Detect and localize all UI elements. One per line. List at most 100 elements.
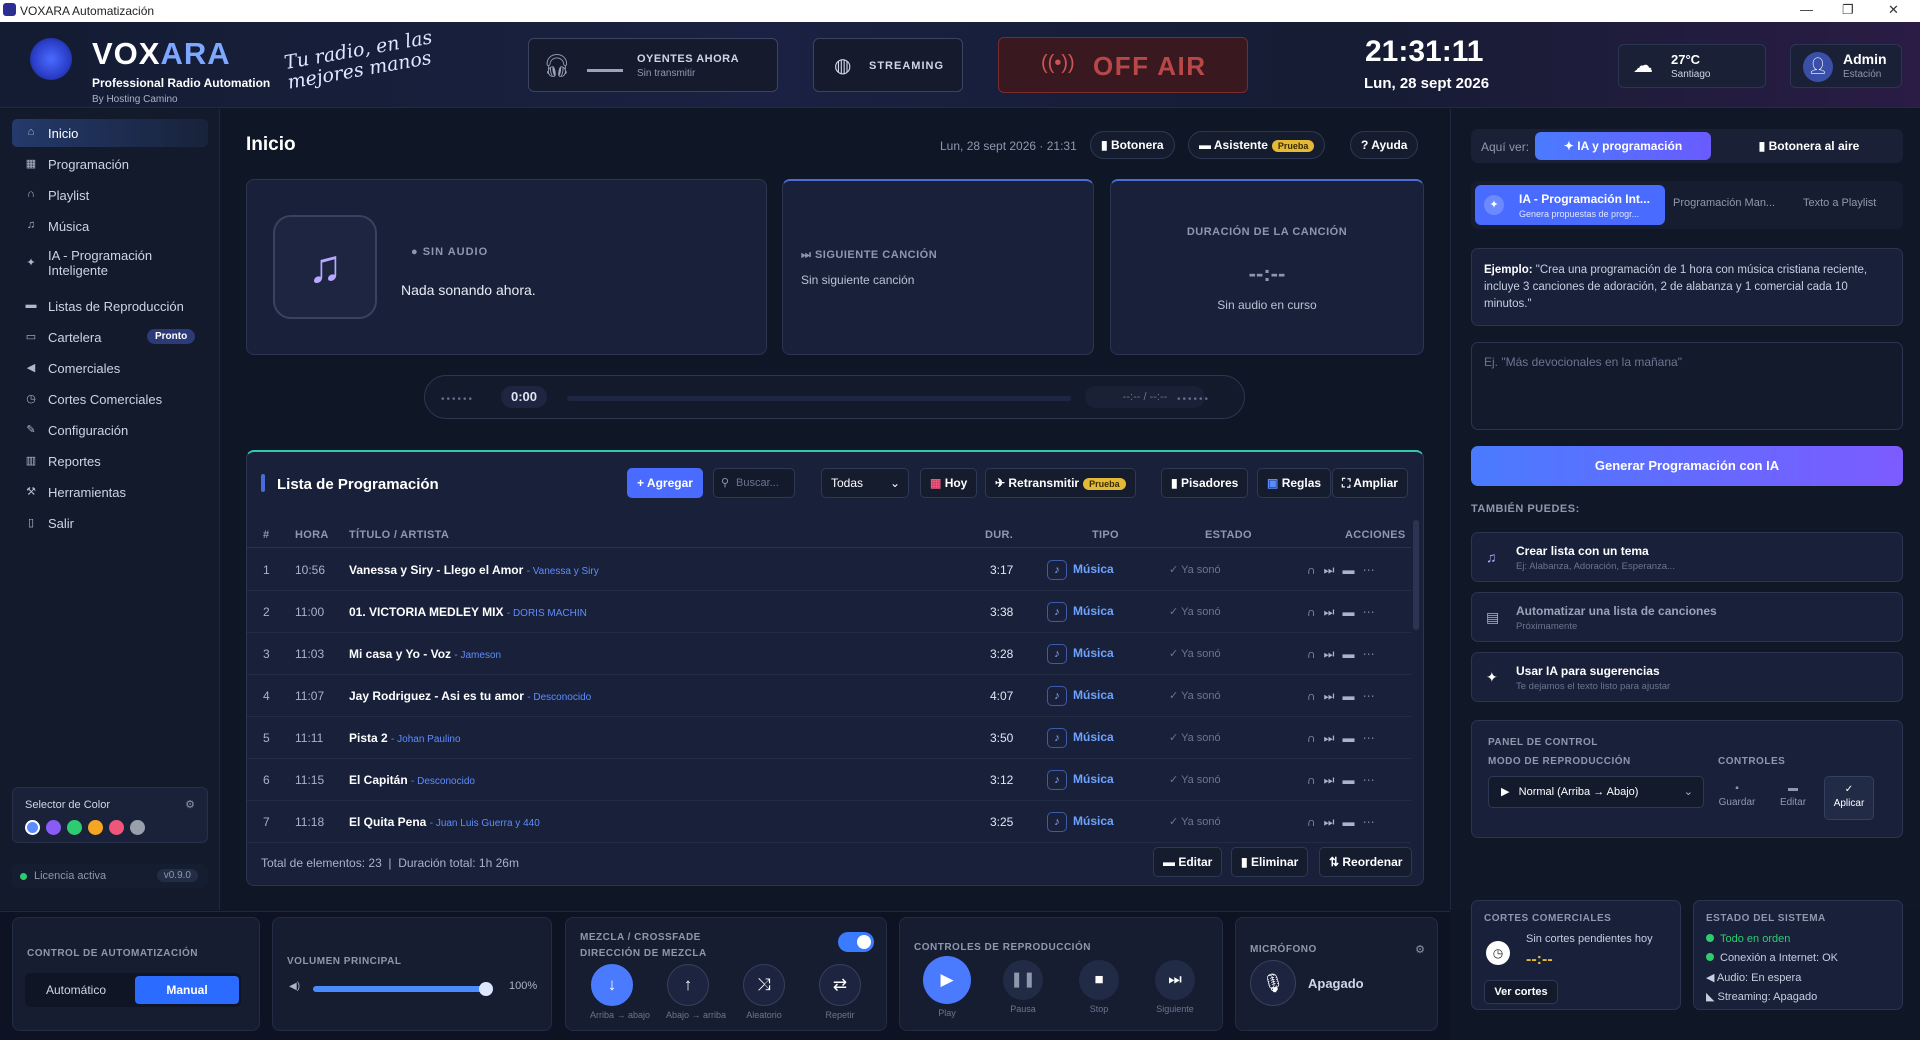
tab-ia-programacion-inteligente[interactable]: ✦ IA - Programación Int... Genera propuest…: [1475, 185, 1665, 225]
minimize-icon[interactable]: —: [1800, 2, 1813, 17]
generate-button[interactable]: Generar Programación con IA: [1471, 446, 1903, 486]
color-swatch[interactable]: [67, 820, 82, 835]
reglas-button[interactable]: ▣ Reglas: [1257, 468, 1332, 498]
table-row[interactable]: 1 10:56 Vanessa y Siry - Llego el Amor - V…: [247, 549, 1411, 591]
option-theme-list[interactable]: ♫ Crear lista con un tema Ej: Alabanza, Ad…: [1471, 532, 1903, 582]
position-time: 0:00: [501, 386, 547, 408]
row-actions[interactable]: ∩⏭▬⋯: [1307, 605, 1382, 620]
today-button[interactable]: ▦ Hoy: [920, 468, 978, 498]
gear-icon[interactable]: ⚙: [185, 798, 195, 811]
sidebar-item-playlist[interactable]: ∩ Playlist: [12, 181, 208, 209]
retransmit-button[interactable]: ✈ Retransmitir Prueba: [985, 468, 1136, 498]
sidebar-item-listas[interactable]: ▬ Listas de Reproducción: [12, 292, 208, 320]
tab-programacion-manual[interactable]: Programación Man...: [1673, 197, 1775, 209]
offair-indicator[interactable]: ((•)) OFF AIR: [998, 37, 1248, 93]
volume-slider[interactable]: [313, 982, 493, 996]
table-row[interactable]: 3 11:03 Mi casa y Yo - Voz - Jameson 3:28 ♪ M…: [247, 633, 1411, 675]
table-row[interactable]: 6 11:15 El Capitán - Desconocido 3:12 ♪ Músic…: [247, 759, 1411, 801]
option-ai-suggestions[interactable]: ✦ Usar IA para sugerencias Te dejamos el t…: [1471, 652, 1903, 702]
sidebar-item-cartelera[interactable]: ▭ Cartelera Pronto: [12, 323, 208, 351]
sidebar-item-musica[interactable]: ♫ Música: [12, 212, 208, 240]
user-menu[interactable]: 👤︎ Admin Estación: [1790, 44, 1902, 88]
ampliar-button[interactable]: ⛶ Ampliar: [1332, 468, 1408, 498]
row-actions[interactable]: ∩⏭▬⋯: [1307, 773, 1382, 788]
row-actions[interactable]: ∩⏭▬⋯: [1307, 647, 1382, 662]
edit-button[interactable]: ▬ Editar: [1153, 847, 1223, 877]
botonera-button[interactable]: ▮ Botonera: [1090, 131, 1175, 159]
table-row[interactable]: 4 11:07 Jay Rodriguez - Asi es tu amor - D…: [247, 675, 1411, 717]
table-scrollbar[interactable]: [1413, 520, 1419, 630]
streaming-button[interactable]: ◍ STREAMING: [813, 38, 963, 92]
waveform-icon: ••••••: [1177, 394, 1211, 405]
row-number: 5: [263, 731, 270, 745]
mix-top-down-button[interactable]: ↓ Arriba → abajo: [590, 964, 650, 1020]
playback-mode-select[interactable]: ▶ Normal (Arriba → Abajo) ⌄: [1488, 776, 1704, 808]
microphone-button[interactable]: 🎙︎: [1250, 960, 1296, 1006]
row-actions[interactable]: ∩⏭▬⋯: [1307, 731, 1382, 746]
edit-icon: ▬: [1342, 563, 1363, 577]
color-swatch[interactable]: [25, 820, 40, 835]
headphones-icon: ∩: [1307, 647, 1324, 661]
sidebar-item-ia[interactable]: ✦ IA - Programación Inteligente: [12, 243, 208, 283]
search-input[interactable]: ⚲ Buscar...: [713, 468, 795, 498]
mix-random-button[interactable]: ⤨ Aleatorio: [742, 964, 786, 1020]
color-swatch[interactable]: [130, 820, 145, 835]
sidebar-item-cortes[interactable]: ◷ Cortes Comerciales: [12, 385, 208, 413]
save-button[interactable]: ▪ Guardar: [1712, 776, 1762, 820]
sidebar-item-salir[interactable]: ▯ Salir: [12, 509, 208, 537]
mix-bottom-up-button[interactable]: ↑ Abajo → arriba: [666, 964, 726, 1020]
progress-bar[interactable]: •••••• 0:00 --:-- / --:-- ••••••: [424, 375, 1245, 419]
stop-button[interactable]: ■ Stop: [1074, 960, 1124, 1014]
edit-icon: ▬: [1788, 783, 1798, 794]
table-row[interactable]: 7 11:18 El Quita Pena - Juan Luis Guerra y…: [247, 801, 1411, 843]
add-button[interactable]: + Agregar: [627, 468, 703, 498]
sidebar-item-herramientas[interactable]: ⚒ Herramientas: [12, 478, 208, 506]
delete-button[interactable]: ▮ Eliminar: [1231, 847, 1309, 877]
mic-state: Apagado: [1308, 976, 1364, 991]
tab-botonera-aire[interactable]: ▮ Botonera al aire: [1721, 132, 1897, 160]
row-actions[interactable]: ∩⏭▬⋯: [1307, 815, 1382, 830]
volume-knob[interactable]: [479, 982, 493, 996]
gear-icon[interactable]: ⚙: [1415, 943, 1425, 956]
sidebar-item-configuracion[interactable]: ✎ Configuración: [12, 416, 208, 444]
view-breaks-button[interactable]: Ver cortes: [1484, 980, 1558, 1004]
manual-button[interactable]: Manual: [135, 976, 239, 1004]
table-row[interactable]: 2 11:00 01. VICTORIA MEDLEY MIX - DORIS MA…: [247, 591, 1411, 633]
play-button[interactable]: ▶ Play: [922, 956, 972, 1018]
reorder-button[interactable]: ⇅ Reordenar: [1319, 847, 1413, 877]
edit-mode-button[interactable]: ▬ Editar: [1768, 776, 1818, 820]
play-icon: ▶: [923, 956, 971, 1004]
row-actions[interactable]: ∩⏭▬⋯: [1307, 689, 1382, 704]
tab-ia-programacion[interactable]: ✦ IA y programación: [1535, 132, 1711, 160]
row-duration: 3:17: [990, 563, 1014, 577]
color-swatch[interactable]: [46, 820, 61, 835]
automatic-button[interactable]: Automático: [35, 983, 117, 997]
mix-repeat-button[interactable]: ⇄ Repetir: [818, 964, 862, 1020]
prompt-textarea[interactable]: Ej. "Más devocionales en la mañana": [1471, 342, 1903, 430]
sidebar-item-inicio[interactable]: ⌂ Inicio: [12, 119, 208, 147]
clock-icon: ◷: [26, 393, 36, 405]
seek-track[interactable]: [567, 396, 1071, 401]
restore-icon[interactable]: ❐: [1842, 2, 1854, 18]
next-button[interactable]: ⏭ Siguiente: [1150, 960, 1200, 1014]
asistente-button[interactable]: ▬ Asistente Prueba: [1188, 131, 1326, 159]
color-swatch[interactable]: [109, 820, 124, 835]
pause-button[interactable]: ❚❚ Pausa: [998, 960, 1048, 1014]
music-note-icon: ♪: [1047, 728, 1067, 748]
crossfade-toggle[interactable]: [838, 932, 874, 952]
tab-texto-playlist[interactable]: Texto a Playlist: [1803, 197, 1876, 209]
row-actions[interactable]: ∩⏭▬⋯: [1307, 563, 1382, 578]
sidebar-item-programacion[interactable]: ▦ Programación: [12, 150, 208, 178]
option-automate-list[interactable]: ▤ Automatizar una lista de canciones Próxi…: [1471, 592, 1903, 642]
ayuda-button[interactable]: ? Ayuda: [1350, 131, 1419, 159]
filter-select[interactable]: Todas ⌄: [821, 468, 909, 498]
sidebar-item-comerciales[interactable]: ◀ Comerciales: [12, 354, 208, 382]
pisadores-button[interactable]: ▮ Pisadores: [1161, 468, 1249, 498]
table-row[interactable]: 5 11:11 Pista 2 - Johan Paulino 3:50 ♪ Música…: [247, 717, 1411, 759]
license-status: Licencia activa v0.9.0: [12, 864, 208, 888]
color-swatch[interactable]: [88, 820, 103, 835]
apply-button[interactable]: ✓ Aplicar: [1824, 776, 1874, 820]
sidebar-item-reportes[interactable]: ▥ Reportes: [12, 447, 208, 475]
close-icon[interactable]: ✕: [1888, 2, 1899, 18]
row-status: ✓ Ya sonó: [1169, 816, 1221, 828]
